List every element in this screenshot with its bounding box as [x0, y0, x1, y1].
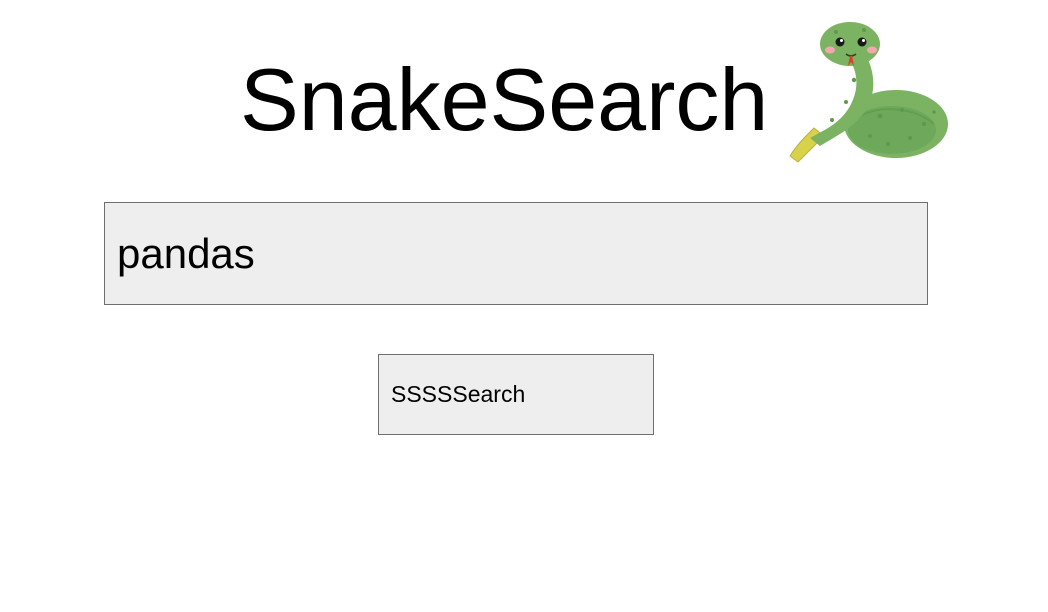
snake-mascot-icon: [789, 22, 948, 163]
search-input[interactable]: [104, 202, 928, 305]
page-title: SnakeSearch: [240, 50, 769, 149]
search-button[interactable]: SSSSSearch: [378, 354, 654, 435]
page: SnakeSearch SSSS: [0, 0, 1048, 612]
